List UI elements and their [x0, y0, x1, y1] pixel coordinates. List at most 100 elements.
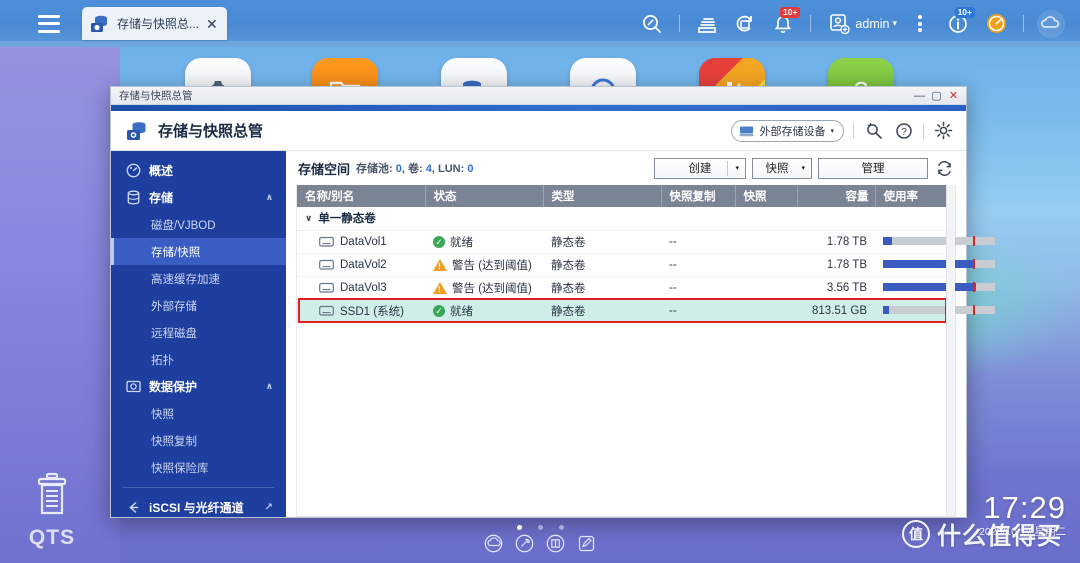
- table-scrollbar[interactable]: [946, 185, 955, 516]
- sidebar-item-snapshot-vault[interactable]: 快照保险库: [111, 454, 286, 481]
- group-row-label: 单一静态卷: [318, 213, 376, 226]
- meta-lun-value: 0: [467, 163, 474, 175]
- table-row[interactable]: DataVol2 警告 (达到阈值) 静态卷 -- 1.78 TB: [297, 253, 995, 277]
- usage-bar-fill: [883, 260, 975, 269]
- external-link-icon: ↗: [264, 502, 273, 513]
- manage-button[interactable]: 管理: [818, 157, 928, 179]
- table-row[interactable]: DataVol3 警告 (达到阈值) 静态卷 -- 3.56 TB: [297, 276, 995, 300]
- cell-snapshot-replica: --: [661, 299, 735, 323]
- usage-threshold-marker: [972, 236, 975, 247]
- column-header-snapshot-replica[interactable]: 快照复制: [661, 185, 736, 207]
- qsync-dock-icon[interactable]: [484, 534, 503, 556]
- tools-dock-icon[interactable]: [515, 534, 534, 556]
- dock-dot[interactable]: [558, 524, 564, 530]
- system-info-icon[interactable]: 10+: [939, 0, 977, 47]
- snapshot-button[interactable]: 快照 ▾: [752, 157, 812, 179]
- column-header-type[interactable]: 类型: [543, 185, 662, 207]
- cell-type: 静态卷: [543, 253, 661, 277]
- dock-page-dots[interactable]: [516, 524, 564, 530]
- trash-icon: [37, 472, 67, 515]
- sidebar-item-snapshot-replica[interactable]: 快照复制: [111, 427, 286, 454]
- usage-bar-fill: [883, 237, 892, 246]
- divider: [853, 122, 854, 139]
- section-title: 存储空间: [298, 161, 351, 177]
- sidebar-item-label: 存储: [149, 191, 174, 205]
- resource-monitor-icon[interactable]: [977, 0, 1015, 47]
- chevron-down-icon[interactable]: ∨: [305, 213, 312, 224]
- dock-dot[interactable]: [516, 524, 522, 530]
- minimize-button[interactable]: —: [911, 88, 928, 103]
- sidebar-item-label: 存储/快照: [151, 246, 201, 259]
- column-header-status[interactable]: 状态: [425, 185, 544, 207]
- volume-icon: [319, 282, 334, 294]
- cell-snapshot-replica: --: [661, 276, 735, 300]
- meta-pool-label: 存储池:: [356, 163, 393, 175]
- create-button-label: 创建: [688, 163, 712, 175]
- multimedia-dock-icon[interactable]: [546, 534, 565, 556]
- user-admin-button[interactable]: admin ▾: [819, 0, 901, 47]
- sidebar-item-cache-acceleration[interactable]: 高速缓存加速: [111, 265, 286, 292]
- help-icon[interactable]: ?: [893, 120, 914, 141]
- backup-sync-icon[interactable]: [726, 0, 764, 47]
- column-header-capacity[interactable]: 容量: [797, 185, 876, 207]
- external-device-icon: [739, 126, 754, 136]
- storage-snapshot-manager-icon: [125, 119, 149, 143]
- search-icon[interactable]: [633, 0, 671, 47]
- meta-volume-label: 卷:: [408, 163, 423, 175]
- table-body: ∨ 单一静态卷 DataVol1 ✓ 就绪 静态卷 -- 1.78 TB Dat…: [297, 207, 995, 323]
- table-row[interactable]: SSD1 (系统) 就绪 静态卷 -- 813.51 GB: [297, 299, 995, 323]
- usage-threshold-marker: [972, 259, 975, 270]
- notes-dock-icon[interactable]: [577, 534, 596, 556]
- sidebar-item-label: 快照复制: [151, 435, 197, 448]
- more-options-icon[interactable]: [901, 0, 939, 47]
- sidebar-item-remote-disk[interactable]: 远程磁盘: [111, 319, 286, 346]
- usage-bar: [883, 259, 995, 270]
- meta-lun-label: LUN:: [437, 163, 465, 175]
- external-storage-device-label: 外部存储设备: [759, 125, 826, 138]
- cell-name: SSD1 (系统): [297, 299, 425, 323]
- usage-bar: [883, 236, 995, 247]
- hamburger-icon[interactable]: [38, 14, 60, 33]
- volume-name: DataVol3: [340, 281, 387, 294]
- sidebar-divider: [123, 487, 274, 488]
- status-ok-icon: [433, 235, 445, 248]
- cell-snapshot: [735, 253, 797, 277]
- usage-threshold-marker: [972, 282, 975, 293]
- table-header-row: 名称/别名 状态 类型 快照复制 快照 容量 使用率: [297, 185, 955, 207]
- sidebar-item-topology[interactable]: 拓扑: [111, 346, 286, 373]
- sidebar-item-overview[interactable]: 概述: [111, 157, 286, 184]
- notification-bell-icon[interactable]: 10+: [764, 0, 802, 47]
- refresh-icon[interactable]: [934, 158, 954, 178]
- taskbar-tab-storage-snapshot-manager[interactable]: 存储与快照总... ✕: [82, 7, 227, 40]
- dock-icons: [484, 534, 596, 556]
- divider: [1023, 15, 1024, 32]
- window-body: 概述 存储 ∧ 磁盘/VJBOD 存储/快照 高速缓存加速 外部存储 远程磁盘 …: [111, 151, 995, 517]
- table-row[interactable]: DataVol1 就绪 静态卷 -- 1.78 TB: [297, 230, 995, 254]
- sidebar-item-snapshot[interactable]: 快照: [111, 400, 286, 427]
- create-button[interactable]: 创建 ▾: [654, 157, 746, 179]
- sidebar-item-storage[interactable]: 存储 ∧: [111, 184, 286, 211]
- file-station-icon[interactable]: [688, 0, 726, 47]
- status-text: 警告 (达到阈值): [452, 282, 532, 295]
- sidebar-item-external-storage[interactable]: 外部存储: [111, 292, 286, 319]
- column-header-snapshot[interactable]: 快照: [735, 185, 798, 207]
- scan-disk-icon[interactable]: [863, 120, 884, 141]
- sidebar-item-label: 快照: [151, 408, 174, 421]
- cell-status: 就绪: [425, 299, 543, 323]
- close-button[interactable]: ✕: [945, 88, 962, 103]
- sidebar-item-disks-vjbod[interactable]: 磁盘/VJBOD: [111, 211, 286, 238]
- sidebar-item-iscsi-fibre-channel[interactable]: iSCSI 与光纤通道 ↗: [111, 494, 286, 517]
- cell-snapshot-replica: --: [661, 253, 735, 277]
- close-icon[interactable]: ✕: [206, 17, 218, 31]
- column-header-usage[interactable]: 使用率: [875, 185, 955, 207]
- external-storage-device-dropdown[interactable]: 外部存储设备 ▾: [731, 119, 844, 142]
- maximize-button[interactable]: ▢: [928, 88, 945, 103]
- dock-dot[interactable]: [537, 524, 543, 530]
- table-group-row[interactable]: ∨ 单一静态卷: [297, 207, 955, 231]
- cloud-icon[interactable]: [1032, 0, 1070, 47]
- sidebar-item-storage-snapshots[interactable]: 存储/快照: [111, 238, 286, 265]
- sidebar-item-data-protection[interactable]: 数据保护 ∧: [111, 373, 286, 400]
- window-titlebar[interactable]: 存储与快照总管 — ▢ ✕: [111, 87, 966, 105]
- column-header-name[interactable]: 名称/别名: [297, 185, 426, 207]
- gear-icon[interactable]: [933, 120, 954, 141]
